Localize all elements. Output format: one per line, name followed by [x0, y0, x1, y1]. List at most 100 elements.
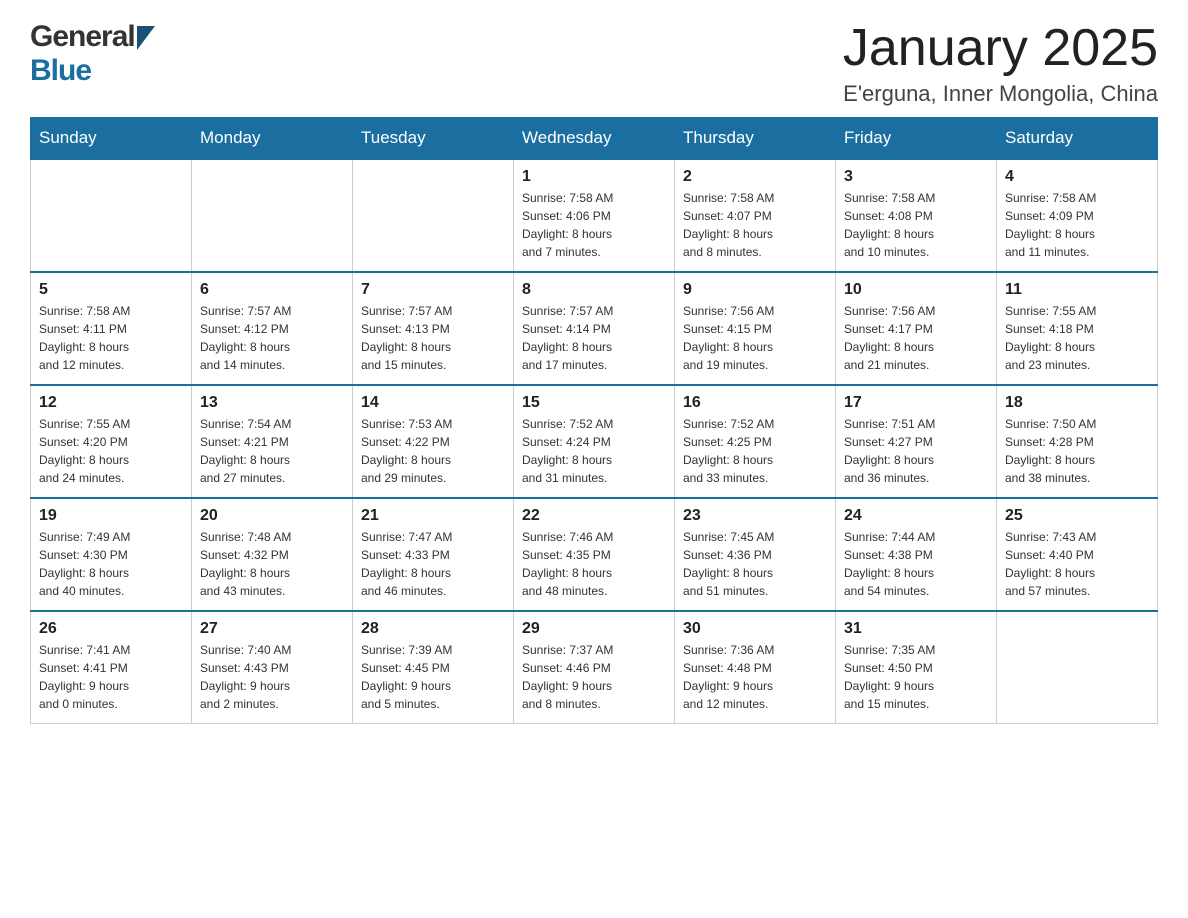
day-number: 7: [361, 281, 505, 299]
day-info: Sunrise: 7:57 AMSunset: 4:13 PMDaylight:…: [361, 302, 505, 374]
calendar-cell-w5-d2: 27 Sunrise: 7:40 AMSunset: 4:43 PMDayligh…: [192, 611, 353, 724]
calendar-cell-w2-d2: 6 Sunrise: 7:57 AMSunset: 4:12 PMDaylight…: [192, 272, 353, 385]
day-info: Sunrise: 7:43 AMSunset: 4:40 PMDaylight:…: [1005, 528, 1149, 600]
day-info: Sunrise: 7:45 AMSunset: 4:36 PMDaylight:…: [683, 528, 827, 600]
day-number: 19: [39, 507, 183, 525]
week-row-5: 26 Sunrise: 7:41 AMSunset: 4:41 PMDayligh…: [31, 611, 1158, 724]
day-info: Sunrise: 7:58 AMSunset: 4:07 PMDaylight:…: [683, 189, 827, 261]
day-info: Sunrise: 7:57 AMSunset: 4:12 PMDaylight:…: [200, 302, 344, 374]
day-info: Sunrise: 7:46 AMSunset: 4:35 PMDaylight:…: [522, 528, 666, 600]
calendar-cell-w3-d6: 17Sunrise: 7:51 AMSunset: 4:27 PMDayligh…: [836, 385, 997, 498]
header-monday: Monday: [192, 118, 353, 160]
page-subtitle: E'erguna, Inner Mongolia, China: [843, 81, 1158, 107]
day-number: 31: [844, 620, 988, 638]
header-sunday: Sunday: [31, 118, 192, 160]
header-saturday: Saturday: [997, 118, 1158, 160]
day-number: 11: [1005, 281, 1149, 299]
day-info: Sunrise: 7:58 AMSunset: 4:11 PMDaylight:…: [39, 302, 183, 374]
calendar-cell-w2-d6: 10Sunrise: 7:56 AMSunset: 4:17 PMDayligh…: [836, 272, 997, 385]
calendar-cell-w5-d7: [997, 611, 1158, 724]
day-number: 27: [200, 620, 344, 638]
day-number: 10: [844, 281, 988, 299]
calendar-cell-w1-d7: 4Sunrise: 7:58 AMSunset: 4:09 PMDaylight…: [997, 159, 1158, 272]
calendar-cell-w5-d5: 30Sunrise: 7:36 AMSunset: 4:48 PMDayligh…: [675, 611, 836, 724]
day-number: 26: [39, 620, 183, 638]
calendar-cell-w5-d3: 28 Sunrise: 7:39 AMSunset: 4:45 PMDayligh…: [353, 611, 514, 724]
calendar-cell-w5-d4: 29 Sunrise: 7:37 AMSunset: 4:46 PMDayligh…: [514, 611, 675, 724]
day-info: Sunrise: 7:47 AMSunset: 4:33 PMDaylight:…: [361, 528, 505, 600]
calendar-cell-w2-d5: 9 Sunrise: 7:56 AMSunset: 4:15 PMDaylight…: [675, 272, 836, 385]
day-info: Sunrise: 7:48 AMSunset: 4:32 PMDaylight:…: [200, 528, 344, 600]
day-number: 13: [200, 394, 344, 412]
day-info: Sunrise: 7:40 AMSunset: 4:43 PMDaylight:…: [200, 641, 344, 713]
calendar-cell-w2-d4: 8Sunrise: 7:57 AMSunset: 4:14 PMDaylight…: [514, 272, 675, 385]
day-info: Sunrise: 7:56 AMSunset: 4:15 PMDaylight:…: [683, 302, 827, 374]
day-number: 24: [844, 507, 988, 525]
day-number: 3: [844, 168, 988, 186]
calendar-cell-w4-d4: 22 Sunrise: 7:46 AMSunset: 4:35 PMDayligh…: [514, 498, 675, 611]
day-number: 21: [361, 507, 505, 525]
day-info: Sunrise: 7:49 AMSunset: 4:30 PMDaylight:…: [39, 528, 183, 600]
header-tuesday: Tuesday: [353, 118, 514, 160]
calendar-cell-w1-d4: 1Sunrise: 7:58 AMSunset: 4:06 PMDaylight…: [514, 159, 675, 272]
day-number: 18: [1005, 394, 1149, 412]
page-title: January 2025: [843, 20, 1158, 77]
day-number: 2: [683, 168, 827, 186]
week-row-2: 5 Sunrise: 7:58 AMSunset: 4:11 PMDaylight…: [31, 272, 1158, 385]
day-number: 8: [522, 281, 666, 299]
day-info: Sunrise: 7:50 AMSunset: 4:28 PMDaylight:…: [1005, 415, 1149, 487]
day-number: 29: [522, 620, 666, 638]
header-row: Sunday Monday Tuesday Wednesday Thursday…: [31, 118, 1158, 160]
day-info: Sunrise: 7:35 AMSunset: 4:50 PMDaylight:…: [844, 641, 988, 713]
calendar-cell-w4-d3: 21 Sunrise: 7:47 AMSunset: 4:33 PMDayligh…: [353, 498, 514, 611]
day-info: Sunrise: 7:39 AMSunset: 4:45 PMDaylight:…: [361, 641, 505, 713]
day-number: 22: [522, 507, 666, 525]
day-number: 16: [683, 394, 827, 412]
calendar-cell-w3-d3: 14 Sunrise: 7:53 AMSunset: 4:22 PMDayligh…: [353, 385, 514, 498]
calendar-cell-w1-d5: 2 Sunrise: 7:58 AMSunset: 4:07 PMDaylight…: [675, 159, 836, 272]
header-friday: Friday: [836, 118, 997, 160]
calendar-cell-w3-d5: 16 Sunrise: 7:52 AMSunset: 4:25 PMDayligh…: [675, 385, 836, 498]
calendar-header: Sunday Monday Tuesday Wednesday Thursday…: [31, 118, 1158, 160]
day-info: Sunrise: 7:55 AMSunset: 4:18 PMDaylight:…: [1005, 302, 1149, 374]
logo-chevron-icon: [137, 26, 155, 55]
day-info: Sunrise: 7:52 AMSunset: 4:25 PMDaylight:…: [683, 415, 827, 487]
title-section: January 2025 E'erguna, Inner Mongolia, C…: [843, 20, 1158, 107]
day-number: 20: [200, 507, 344, 525]
day-number: 14: [361, 394, 505, 412]
calendar-cell-w2-d1: 5 Sunrise: 7:58 AMSunset: 4:11 PMDaylight…: [31, 272, 192, 385]
calendar-cell-w4-d1: 19 Sunrise: 7:49 AMSunset: 4:30 PMDayligh…: [31, 498, 192, 611]
day-info: Sunrise: 7:58 AMSunset: 4:09 PMDaylight:…: [1005, 189, 1149, 261]
week-row-4: 19 Sunrise: 7:49 AMSunset: 4:30 PMDayligh…: [31, 498, 1158, 611]
day-number: 9: [683, 281, 827, 299]
calendar-cell-w3-d4: 15 Sunrise: 7:52 AMSunset: 4:24 PMDayligh…: [514, 385, 675, 498]
day-info: Sunrise: 7:58 AMSunset: 4:06 PMDaylight:…: [522, 189, 666, 261]
day-info: Sunrise: 7:37 AMSunset: 4:46 PMDaylight:…: [522, 641, 666, 713]
day-info: Sunrise: 7:54 AMSunset: 4:21 PMDaylight:…: [200, 415, 344, 487]
day-number: 15: [522, 394, 666, 412]
day-info: Sunrise: 7:53 AMSunset: 4:22 PMDaylight:…: [361, 415, 505, 487]
calendar-cell-w3-d7: 18 Sunrise: 7:50 AMSunset: 4:28 PMDayligh…: [997, 385, 1158, 498]
calendar-cell-w3-d2: 13 Sunrise: 7:54 AMSunset: 4:21 PMDayligh…: [192, 385, 353, 498]
calendar-cell-w2-d3: 7 Sunrise: 7:57 AMSunset: 4:13 PMDaylight…: [353, 272, 514, 385]
day-info: Sunrise: 7:55 AMSunset: 4:20 PMDaylight:…: [39, 415, 183, 487]
day-number: 28: [361, 620, 505, 638]
calendar-cell-w4-d5: 23Sunrise: 7:45 AMSunset: 4:36 PMDayligh…: [675, 498, 836, 611]
calendar-cell-w1-d1: [31, 159, 192, 272]
day-info: Sunrise: 7:41 AMSunset: 4:41 PMDaylight:…: [39, 641, 183, 713]
calendar-cell-w3-d1: 12Sunrise: 7:55 AMSunset: 4:20 PMDayligh…: [31, 385, 192, 498]
logo-general-text: General: [30, 20, 135, 54]
calendar-cell-w4-d6: 24Sunrise: 7:44 AMSunset: 4:38 PMDayligh…: [836, 498, 997, 611]
day-info: Sunrise: 7:52 AMSunset: 4:24 PMDaylight:…: [522, 415, 666, 487]
day-number: 30: [683, 620, 827, 638]
header-wednesday: Wednesday: [514, 118, 675, 160]
day-number: 25: [1005, 507, 1149, 525]
day-number: 5: [39, 281, 183, 299]
day-number: 6: [200, 281, 344, 299]
calendar-cell-w1-d6: 3 Sunrise: 7:58 AMSunset: 4:08 PMDaylight…: [836, 159, 997, 272]
calendar-cell-w4-d2: 20 Sunrise: 7:48 AMSunset: 4:32 PMDayligh…: [192, 498, 353, 611]
calendar-cell-w1-d3: [353, 159, 514, 272]
day-info: Sunrise: 7:58 AMSunset: 4:08 PMDaylight:…: [844, 189, 988, 261]
calendar-cell-w5-d6: 31 Sunrise: 7:35 AMSunset: 4:50 PMDayligh…: [836, 611, 997, 724]
day-info: Sunrise: 7:51 AMSunset: 4:27 PMDaylight:…: [844, 415, 988, 487]
